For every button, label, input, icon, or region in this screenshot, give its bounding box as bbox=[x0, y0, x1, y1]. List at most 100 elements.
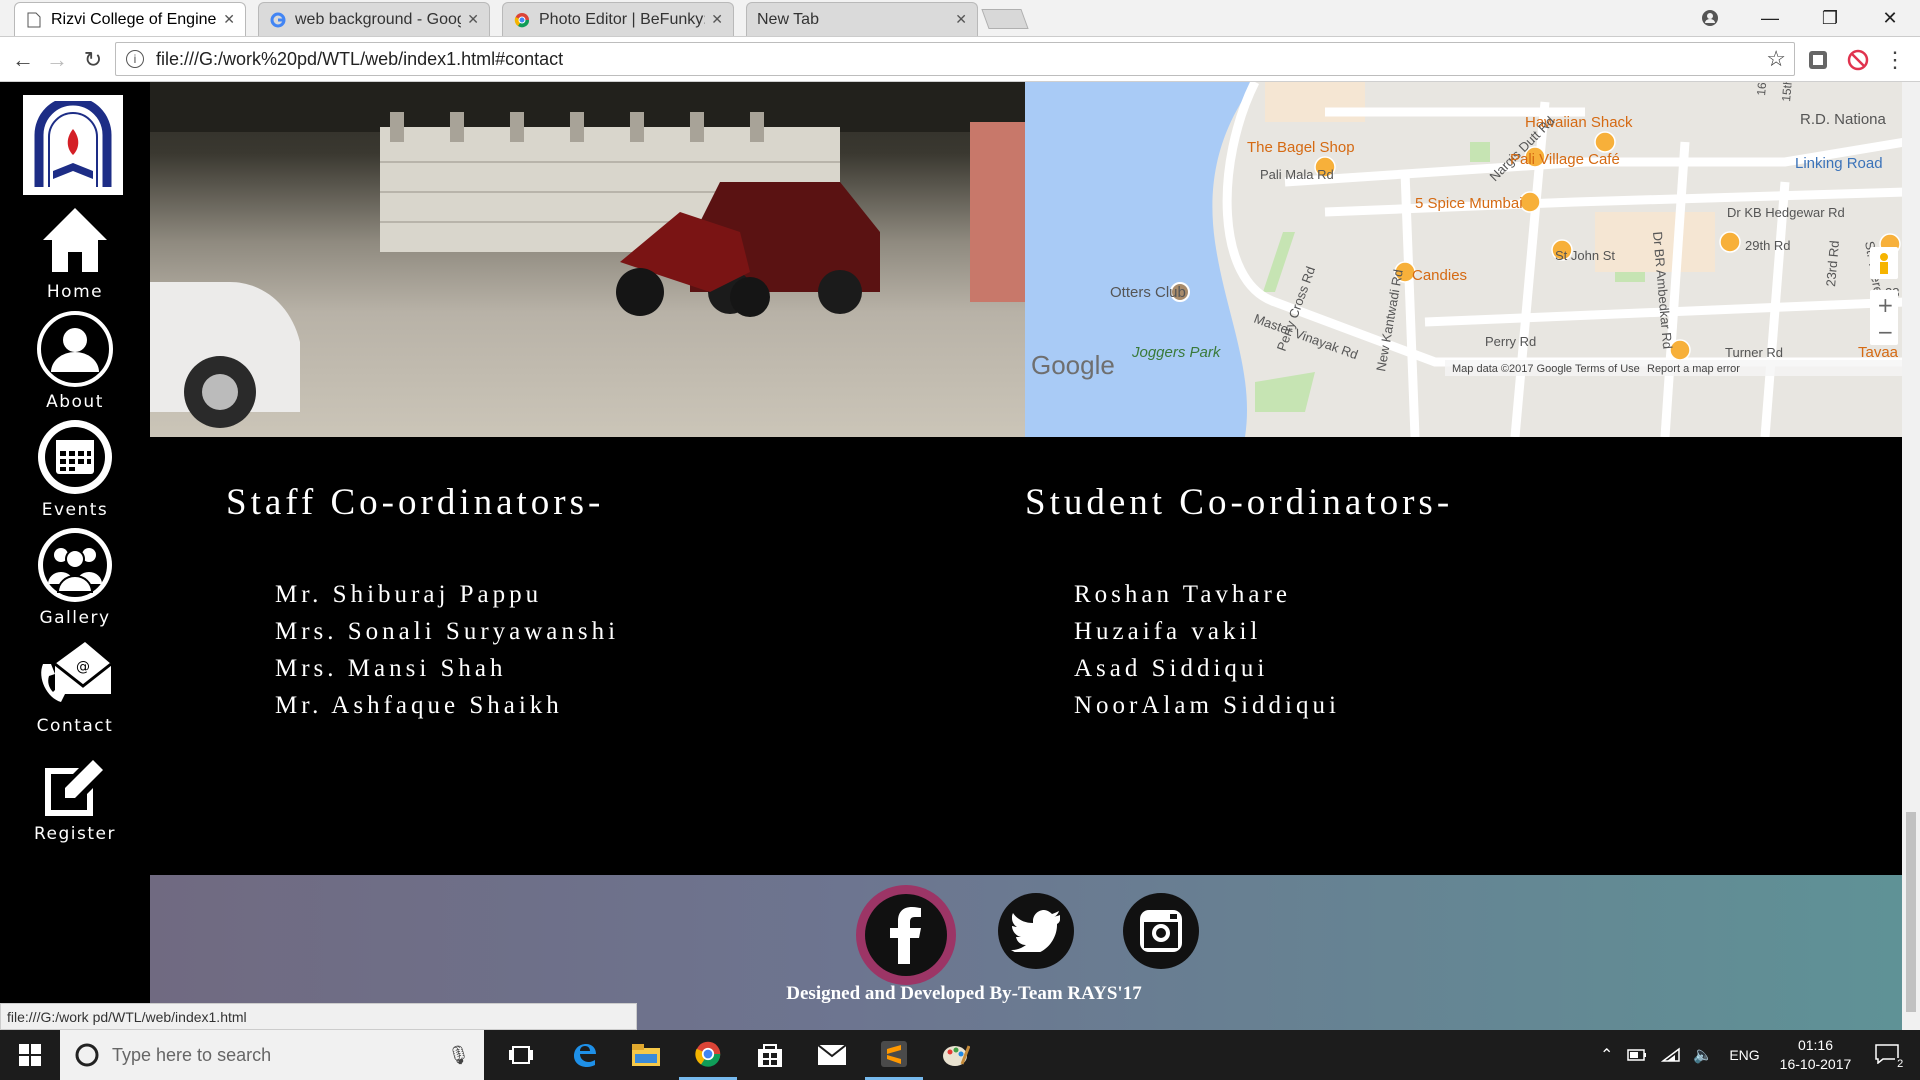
map-label: New Kantwadi Rd bbox=[1373, 268, 1406, 372]
task-view-icon[interactable] bbox=[492, 1030, 550, 1080]
minimize-icon[interactable]: — bbox=[1740, 0, 1800, 36]
map-label: 16 bbox=[1754, 82, 1769, 96]
group-icon bbox=[38, 528, 112, 602]
chrome-icon bbox=[513, 11, 531, 29]
map-canvas[interactable]: The Bagel Shop Hawaiian Shack R.D. Natio… bbox=[1025, 82, 1902, 437]
wifi-icon[interactable] bbox=[1661, 1047, 1681, 1063]
instagram-link[interactable] bbox=[1123, 893, 1199, 969]
windows-icon bbox=[19, 1044, 41, 1066]
battery-icon[interactable] bbox=[1627, 1048, 1647, 1062]
restore-icon[interactable]: ❐ bbox=[1800, 0, 1860, 36]
paint-icon[interactable] bbox=[927, 1030, 985, 1080]
calendar-icon bbox=[38, 420, 112, 494]
edit-icon bbox=[45, 760, 103, 816]
browser-toolbar: ← → ↻ i file:///G:/work%20pd/WTL/web/ind… bbox=[0, 37, 1920, 82]
menu-icon[interactable]: ⋮ bbox=[1882, 47, 1908, 73]
staff-coordinators-title: Staff Co-ordinators- bbox=[226, 482, 605, 523]
svg-text:−: − bbox=[1877, 320, 1894, 344]
sidebar-item-label: Gallery bbox=[39, 608, 111, 628]
chrome-taskbar-icon[interactable] bbox=[679, 1030, 737, 1080]
close-icon[interactable]: ✕ bbox=[955, 11, 967, 28]
campus-photo bbox=[150, 82, 1025, 437]
store-icon[interactable] bbox=[741, 1030, 799, 1080]
microphone-icon[interactable]: 🎙 bbox=[447, 1045, 470, 1066]
map-label: Joggers Park bbox=[1131, 344, 1222, 361]
back-icon[interactable]: ← bbox=[8, 45, 38, 75]
sidebar-item-events[interactable]: Events bbox=[0, 418, 150, 520]
address-bar[interactable]: i file:///G:/work%20pd/WTL/web/index1.ht… bbox=[115, 42, 1795, 76]
sidebar-nav: Home About Events Gallery @ Contact Regi… bbox=[0, 82, 150, 1030]
staff-name: Mr. Ashfaque Shaikh bbox=[275, 692, 563, 719]
map-label: Turner Rd bbox=[1725, 345, 1783, 360]
student-name: NoorAlam Siddiqui bbox=[1074, 692, 1340, 719]
student-coordinators-title: Student Co-ordinators- bbox=[1025, 482, 1454, 523]
map-label: 23rd Rd bbox=[1823, 240, 1842, 287]
sidebar-item-contact[interactable]: @ Contact bbox=[0, 634, 150, 736]
tab-newtab[interactable]: New Tab ✕ bbox=[746, 2, 978, 36]
language-indicator[interactable]: ENG bbox=[1729, 1047, 1759, 1063]
action-center-icon[interactable]: 2 bbox=[1875, 1044, 1906, 1070]
tab-title: Photo Editor | BeFunky: F bbox=[539, 10, 706, 28]
sidebar-item-home[interactable]: Home bbox=[0, 202, 150, 302]
user-icon bbox=[37, 311, 113, 387]
tab-rizvi[interactable]: Rizvi College of Engineer ✕ bbox=[14, 2, 246, 36]
cortana-icon bbox=[75, 1043, 99, 1067]
twitter-link[interactable] bbox=[998, 893, 1074, 969]
college-logo[interactable] bbox=[23, 95, 123, 195]
mail-icon[interactable] bbox=[803, 1030, 861, 1080]
sidebar-item-about[interactable]: About bbox=[0, 310, 150, 412]
map-label: Candies bbox=[1412, 267, 1467, 284]
status-bar-url: file:///G:/work pd/WTL/web/index1.html bbox=[0, 1003, 637, 1030]
adblock-icon[interactable] bbox=[1845, 47, 1871, 73]
facebook-icon bbox=[865, 894, 947, 976]
new-tab-button[interactable] bbox=[981, 9, 1029, 29]
bookmark-star-icon[interactable]: ☆ bbox=[1766, 46, 1786, 72]
clock[interactable]: 01:16 16-10-2017 bbox=[1780, 1036, 1852, 1074]
page-scrollbar[interactable] bbox=[1902, 82, 1920, 1030]
url-text: file:///G:/work%20pd/WTL/web/index1.html… bbox=[156, 48, 564, 69]
close-icon[interactable]: ✕ bbox=[711, 11, 723, 28]
show-hidden-icon[interactable]: ⌃ bbox=[1600, 1045, 1613, 1065]
volume-icon[interactable]: 🔈 bbox=[1693, 1045, 1713, 1065]
profile-icon[interactable] bbox=[1680, 0, 1740, 36]
taskbar-search[interactable]: Type here to search 🎙 bbox=[60, 1030, 484, 1080]
sidebar-item-register[interactable]: Register bbox=[0, 754, 150, 844]
home-icon bbox=[43, 208, 107, 272]
mail-phone-icon: @ bbox=[41, 642, 112, 702]
svg-text:+: + bbox=[1877, 293, 1894, 317]
close-icon[interactable]: ✕ bbox=[467, 11, 479, 28]
map-label: Otters Club bbox=[1110, 284, 1186, 301]
map-attribution: Map data ©2017 Google bbox=[1452, 363, 1572, 375]
start-button[interactable] bbox=[0, 1030, 60, 1080]
scrollbar-thumb[interactable] bbox=[1906, 812, 1916, 1012]
map-label: Linking Road bbox=[1795, 155, 1883, 172]
facebook-link[interactable] bbox=[856, 885, 956, 985]
tab-title: web background - Goog bbox=[295, 10, 462, 28]
sidebar-item-label: Contact bbox=[36, 716, 114, 736]
file-explorer-icon[interactable] bbox=[617, 1030, 675, 1080]
info-icon[interactable]: i bbox=[126, 50, 144, 68]
map-label: The Bagel Shop bbox=[1247, 139, 1355, 156]
twitter-icon bbox=[1011, 910, 1060, 952]
tab-befunky[interactable]: Photo Editor | BeFunky: F ✕ bbox=[502, 2, 734, 36]
google-map[interactable]: The Bagel Shop Hawaiian Shack R.D. Natio… bbox=[1025, 82, 1902, 437]
sidebar-item-gallery[interactable]: Gallery bbox=[0, 526, 150, 628]
svg-text:@: @ bbox=[76, 659, 90, 675]
map-terms-link: Terms of Use bbox=[1575, 363, 1640, 375]
student-name: Asad Siddiqui bbox=[1074, 655, 1269, 682]
map-label: Tavaa bbox=[1858, 344, 1899, 361]
forward-icon[interactable]: → bbox=[42, 45, 72, 75]
reload-icon[interactable]: ↻ bbox=[78, 45, 108, 75]
tab-google[interactable]: web background - Goog ✕ bbox=[258, 2, 490, 36]
edge-icon[interactable] bbox=[555, 1030, 613, 1080]
map-label: Master Vinayak Rd bbox=[1252, 311, 1360, 363]
map-label: Nargis Dutt Rd bbox=[1487, 113, 1558, 184]
map-label: Dr KB Hedgewar Rd bbox=[1727, 205, 1845, 220]
extension-icon[interactable] bbox=[1805, 47, 1831, 73]
map-label: St John St bbox=[1555, 248, 1615, 263]
sublime-icon[interactable] bbox=[865, 1030, 923, 1080]
close-window-icon[interactable]: ✕ bbox=[1860, 0, 1920, 36]
instagram-icon bbox=[1140, 910, 1182, 952]
close-icon[interactable]: ✕ bbox=[223, 11, 235, 28]
sidebar-item-label: Events bbox=[41, 500, 109, 520]
